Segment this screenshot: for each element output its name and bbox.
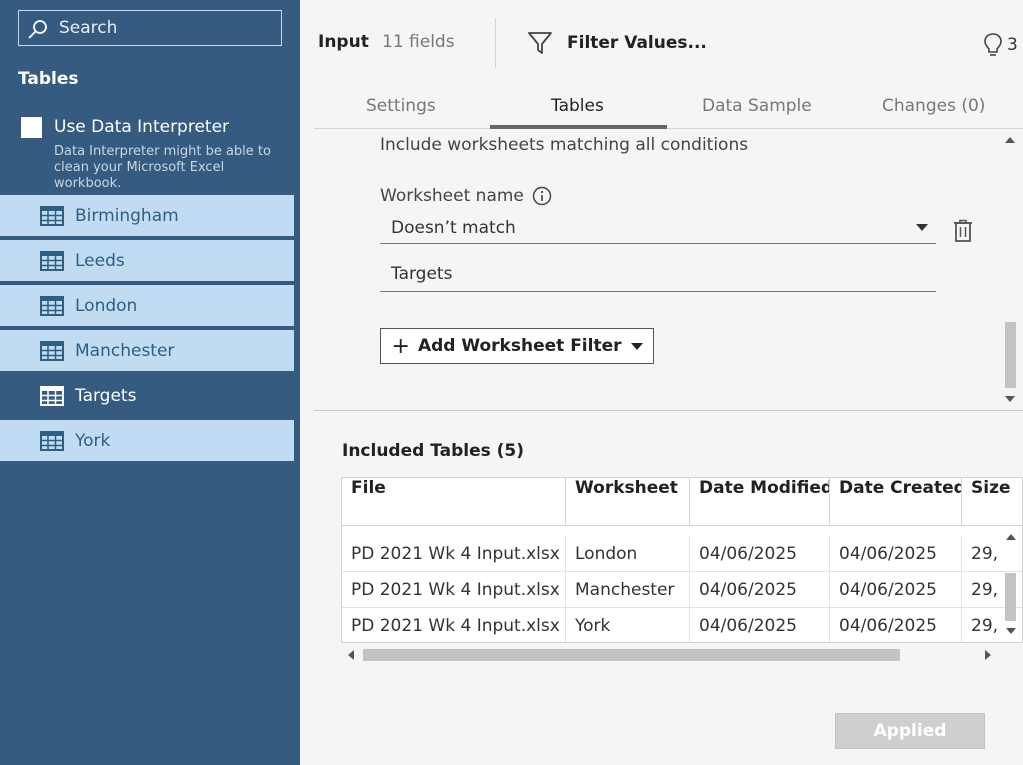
vertical-scrollbar-thumb[interactable]: [1005, 322, 1016, 388]
cell-date-modified: 04/06/2025: [690, 608, 830, 642]
add-worksheet-filter-label: Add Worksheet Filter: [417, 336, 622, 356]
table-horizontal-scrollbar-thumb[interactable]: [363, 649, 900, 661]
sidebar-item-targets[interactable]: Targets: [0, 375, 294, 416]
cell-date-modified: 04/06/2025: [690, 572, 830, 608]
filter-icon: [528, 32, 552, 54]
worksheet-filter-value[interactable]: Targets: [380, 260, 936, 292]
table-scroll-down-arrow[interactable]: [1006, 628, 1016, 634]
sidebar-item-manchester[interactable]: Manchester: [0, 330, 294, 371]
table-row[interactable]: PD 2021 Wk 4 Input.xlsx London 04/06/202…: [342, 536, 1022, 572]
table-header: File Worksheet Date Modified Date Create…: [342, 478, 1022, 526]
sidebar-item-label: Manchester: [75, 340, 175, 361]
sidebar-item-york[interactable]: York: [0, 420, 294, 461]
table-icon: [40, 430, 64, 451]
lightbulb-icon: [984, 33, 1002, 56]
column-header-size[interactable]: Size: [962, 478, 1022, 526]
filter-values-label: Filter Values...: [567, 33, 707, 53]
included-tables-heading: Included Tables (5): [342, 441, 525, 461]
table-row[interactable]: PD 2021 Wk 4 Input.xlsx York 04/06/2025 …: [342, 608, 1022, 642]
sidebar-item-label: Targets: [75, 385, 137, 406]
cell-date-created: 04/06/2025: [830, 608, 962, 642]
table-icon: [40, 205, 64, 226]
worksheet-name-label: Worksheet name: [380, 186, 552, 206]
table-icon: [40, 340, 64, 361]
filter-values-button[interactable]: Filter Values...: [527, 30, 707, 56]
cell-size: 29,: [971, 544, 999, 564]
table-scroll-up-arrow[interactable]: [1006, 534, 1016, 540]
cell-date-created: 04/06/2025: [830, 536, 962, 572]
caret-down-icon: [630, 342, 643, 350]
applied-button[interactable]: Applied: [835, 713, 985, 749]
tab-data-sample[interactable]: Data Sample: [702, 96, 812, 116]
panel-divider: [314, 410, 1023, 411]
sidebar-item-label: Birmingham: [75, 205, 179, 226]
sidebar-item-leeds[interactable]: Leeds: [0, 240, 294, 281]
tables-heading: Tables: [18, 69, 79, 89]
column-header-date-modified[interactable]: Date Modified: [690, 478, 830, 526]
active-tab-indicator: [490, 125, 667, 129]
condition-dropdown[interactable]: Doesn’t match: [380, 213, 936, 244]
table-row[interactable]: PD 2021 Wk 4 Input.xlsx Manchester 04/06…: [342, 572, 1022, 608]
field-count: 11 fields: [382, 32, 455, 52]
scroll-up-arrow[interactable]: [1005, 137, 1015, 143]
cell-worksheet: London: [566, 536, 690, 572]
column-header-date-created[interactable]: Date Created: [830, 478, 962, 526]
add-worksheet-filter-button[interactable]: + Add Worksheet Filter: [380, 328, 654, 364]
sidebar-item-label: York: [75, 430, 111, 451]
trash-icon[interactable]: [953, 219, 973, 243]
table-icon: [40, 295, 64, 316]
tabs-divider: [314, 128, 1023, 129]
table-scroll-right-arrow[interactable]: [985, 650, 991, 660]
condition-value: Doesn’t match: [391, 218, 516, 238]
recommendations-count: 3: [1007, 35, 1018, 55]
column-header-worksheet[interactable]: Worksheet: [566, 478, 690, 526]
cell-worksheet: York: [566, 608, 690, 642]
scroll-down-arrow[interactable]: [1005, 396, 1015, 402]
cell-file: PD 2021 Wk 4 Input.xlsx: [342, 536, 566, 572]
chevron-down-icon: [916, 224, 928, 231]
sidebar-item-label: London: [75, 295, 138, 316]
data-interpreter-description: Data Interpreter might be able to clean …: [54, 144, 271, 191]
info-icon[interactable]: [532, 186, 552, 206]
table-icon: [40, 250, 64, 271]
tab-changes[interactable]: Changes (0): [882, 96, 985, 116]
sidebar-item-london[interactable]: London: [0, 285, 294, 326]
column-header-file[interactable]: File: [342, 478, 566, 526]
search-input[interactable]: [59, 11, 274, 45]
sidebar-item-label: Leeds: [75, 250, 125, 271]
sidebar: Tables Use Data Interpreter Data Interpr…: [0, 0, 300, 765]
include-conditions-text: Include worksheets matching all conditio…: [380, 135, 749, 155]
tab-settings[interactable]: Settings: [366, 96, 436, 116]
cell-file: PD 2021 Wk 4 Input.xlsx: [342, 572, 566, 608]
toolbar-divider: [495, 18, 496, 68]
table-icon: [40, 385, 64, 406]
data-interpreter-label[interactable]: Use Data Interpreter: [54, 117, 229, 137]
worksheet-name-text: Worksheet name: [380, 186, 524, 206]
input-step-title: Input: [318, 32, 369, 52]
sidebar-item-birmingham[interactable]: Birmingham: [0, 195, 294, 236]
recommendations-button[interactable]: 3: [983, 32, 1018, 58]
cell-date-modified: 04/06/2025: [690, 536, 830, 572]
search-icon: [28, 20, 47, 39]
plus-icon: +: [391, 333, 410, 359]
table-scroll-left-arrow[interactable]: [348, 650, 354, 660]
cell-file: PD 2021 Wk 4 Input.xlsx: [342, 608, 566, 642]
cell-date-created: 04/06/2025: [830, 572, 962, 608]
cell-worksheet: Manchester: [566, 572, 690, 608]
included-tables-grid: File Worksheet Date Modified Date Create…: [341, 477, 1023, 643]
tab-tables[interactable]: Tables: [551, 96, 604, 116]
data-interpreter-checkbox[interactable]: [21, 117, 42, 138]
table-vertical-scrollbar-thumb[interactable]: [1005, 573, 1016, 621]
search-box[interactable]: [18, 10, 282, 46]
